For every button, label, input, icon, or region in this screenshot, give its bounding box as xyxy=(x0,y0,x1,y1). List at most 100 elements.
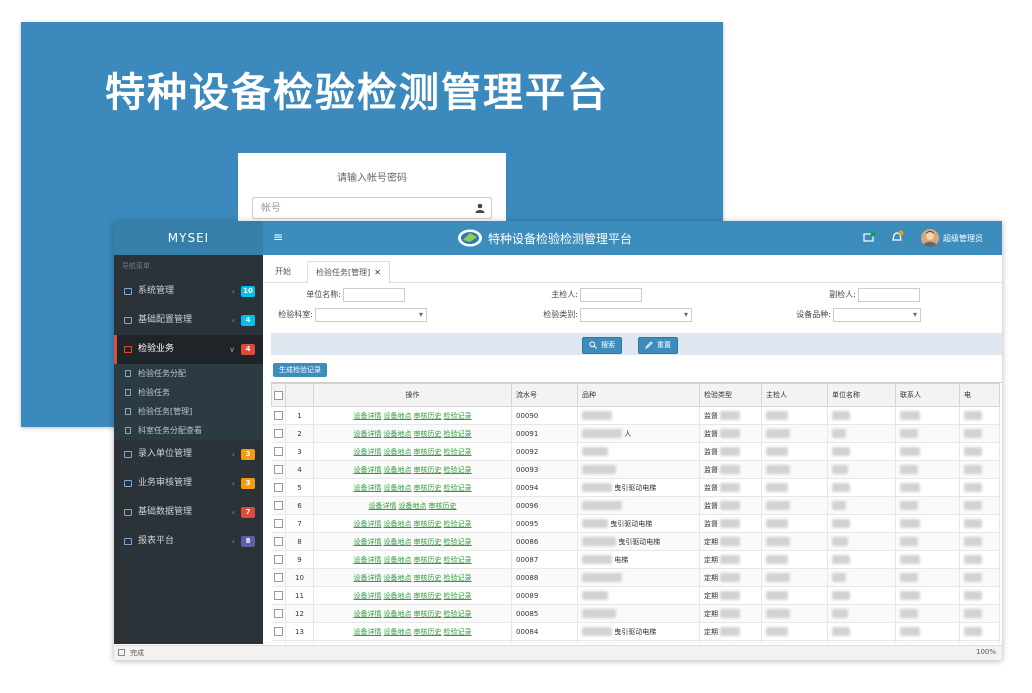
op-link[interactable]: 检验记录 xyxy=(444,412,472,420)
dept-select[interactable] xyxy=(315,308,427,322)
op-link[interactable]: 审核历史 xyxy=(429,502,457,510)
op-link[interactable]: 设备地点 xyxy=(384,484,412,492)
op-link[interactable]: 设备地点 xyxy=(399,502,427,510)
sidebar-item-6[interactable]: 报表平台 ‹ 8 xyxy=(114,527,263,556)
op-link[interactable]: 审核历史 xyxy=(414,538,442,546)
table-row[interactable]: 14设备详情设备地点审核历史检验记录00083 曳引驱动电梯定期 xyxy=(271,640,1000,644)
table-row[interactable]: 9 设备详情 设备地点 审核历史 检验记录 00087 电梯 定期 xyxy=(271,550,1000,569)
sidebar-item-3[interactable]: 录入单位管理 ‹ 3 xyxy=(114,440,263,469)
op-link[interactable]: 审核历史 xyxy=(414,448,442,456)
table-row[interactable]: 6 设备详情 设备地点 审核历史 00096 监督 xyxy=(271,496,1000,515)
table-row[interactable]: 13 设备详情 设备地点 审核历史 检验记录 00084 曳引驱动电梯 定期 xyxy=(271,622,1000,641)
op-link[interactable]: 检验记录 xyxy=(444,556,472,564)
op-link[interactable]: 检验记录 xyxy=(444,592,472,600)
unit-name-input[interactable] xyxy=(343,288,405,302)
row-checkbox[interactable] xyxy=(271,478,286,497)
row-checkbox[interactable] xyxy=(271,532,286,551)
table-row[interactable]: 2 设备详情 设备地点 审核历史 检验记录 00091 人监督 xyxy=(271,424,1000,443)
op-link[interactable]: 审核历史 xyxy=(414,628,442,636)
op-link[interactable]: 设备详情 xyxy=(354,448,382,456)
zoom-level[interactable]: 100% xyxy=(976,648,996,656)
deputy-inspector-input[interactable] xyxy=(858,288,920,302)
col-variety[interactable]: 品种 xyxy=(577,383,700,407)
op-link[interactable]: 审核历史 xyxy=(414,592,442,600)
table-row[interactable]: 5 设备详情 设备地点 审核历史 检验记录 00094 曳引驱动电梯 监督 xyxy=(271,478,1000,497)
row-checkbox[interactable] xyxy=(271,640,286,644)
op-link[interactable]: 设备详情 xyxy=(354,412,382,420)
op-link[interactable]: 检验记录 xyxy=(444,448,472,456)
table-row[interactable]: 10 设备详情 设备地点 审核历史 检验记录 00088 定期 xyxy=(271,568,1000,587)
inspect-type-select[interactable] xyxy=(580,308,692,322)
table-row[interactable]: 4 设备详情 设备地点 审核历史 检验记录 00093 监督 xyxy=(271,460,1000,479)
tab-task-manage[interactable]: 检验任务[管理] ✕ xyxy=(307,261,390,284)
submenu-item[interactable]: 检验任务[管理] xyxy=(114,402,263,421)
col-contact[interactable]: 联系人 xyxy=(895,383,960,407)
op-link[interactable]: 审核历史 xyxy=(414,520,442,528)
row-checkbox[interactable] xyxy=(271,460,286,479)
op-link[interactable]: 设备详情 xyxy=(354,592,382,600)
op-link[interactable]: 设备地点 xyxy=(384,574,412,582)
op-link[interactable]: 设备地点 xyxy=(384,628,412,636)
table-row[interactable]: 3 设备详情 设备地点 审核历史 检验记录 00092 监督 xyxy=(271,442,1000,461)
sidebar-item-0[interactable]: 系统管理 ‹ 10 xyxy=(114,277,263,306)
row-checkbox[interactable] xyxy=(271,622,286,641)
op-link[interactable]: 设备详情 xyxy=(354,466,382,474)
generate-record-button[interactable]: 生成检验记录 xyxy=(273,363,327,377)
table-row[interactable]: 11 设备详情 设备地点 审核历史 检验记录 00089 定期 xyxy=(271,586,1000,605)
op-link[interactable]: 设备详情 xyxy=(354,520,382,528)
op-link[interactable]: 设备详情 xyxy=(354,574,382,582)
op-link[interactable]: 设备地点 xyxy=(384,412,412,420)
col-phone[interactable]: 电 xyxy=(959,383,1000,407)
row-checkbox[interactable] xyxy=(271,604,286,623)
col-serial[interactable]: 流水号 xyxy=(511,383,578,407)
op-link[interactable]: 检验记录 xyxy=(444,466,472,474)
reset-button[interactable]: 重置 xyxy=(638,337,678,354)
submenu-item[interactable]: 检验任务 xyxy=(114,383,263,402)
notification-bell-icon[interactable] xyxy=(891,230,904,243)
table-row[interactable]: 1 设备详情 设备地点 审核历史 检验记录 00090 监督 xyxy=(271,406,1000,425)
row-checkbox[interactable] xyxy=(271,550,286,569)
op-link[interactable]: 设备地点 xyxy=(384,592,412,600)
op-link[interactable]: 审核历史 xyxy=(414,430,442,438)
sidebar-item-4[interactable]: 业务审核管理 ‹ 3 xyxy=(114,469,263,498)
op-link[interactable]: 设备详情 xyxy=(369,502,397,510)
sidebar-item-5[interactable]: 基础数据管理 ‹ 7 xyxy=(114,498,263,527)
row-checkbox[interactable] xyxy=(271,496,286,515)
message-icon[interactable] xyxy=(863,231,876,243)
search-button[interactable]: 搜索 xyxy=(582,337,622,354)
col-inspect-type[interactable]: 检验类型 xyxy=(699,383,762,407)
op-link[interactable]: 设备详情 xyxy=(354,556,382,564)
op-link[interactable]: 审核历史 xyxy=(414,412,442,420)
op-link[interactable]: 检验记录 xyxy=(444,628,472,636)
op-link[interactable]: 审核历史 xyxy=(414,610,442,618)
close-icon[interactable]: ✕ xyxy=(374,268,381,277)
row-checkbox[interactable] xyxy=(271,586,286,605)
sidebar-item-1[interactable]: 基础配置管理 ‹ 4 xyxy=(114,306,263,335)
table-row[interactable]: 7 设备详情 设备地点 审核历史 检验记录 00095 曳引驱动电梯 监督 xyxy=(271,514,1000,533)
op-link[interactable]: 审核历史 xyxy=(414,556,442,564)
username[interactable]: 超级管理员 xyxy=(943,233,983,244)
op-link[interactable]: 设备详情 xyxy=(354,484,382,492)
col-main-inspector[interactable]: 主检人 xyxy=(761,383,828,407)
table-row[interactable]: 12 设备详情 设备地点 审核历史 检验记录 00085 定期 xyxy=(271,604,1000,623)
col-operation[interactable]: 操作 xyxy=(313,383,512,407)
op-link[interactable]: 检验记录 xyxy=(444,520,472,528)
select-all-checkbox[interactable] xyxy=(271,383,286,407)
op-link[interactable]: 检验记录 xyxy=(444,484,472,492)
brand-logo[interactable]: MYSEI xyxy=(114,221,263,255)
op-link[interactable]: 设备地点 xyxy=(384,610,412,618)
op-link[interactable]: 设备详情 xyxy=(354,430,382,438)
op-link[interactable]: 设备详情 xyxy=(354,538,382,546)
account-input[interactable]: 帐号 xyxy=(252,197,492,219)
col-unit-name[interactable]: 单位名称 xyxy=(827,383,896,407)
sidebar-item-2[interactable]: 检验业务 ∨ 4 xyxy=(114,335,263,364)
tab-start[interactable]: 开始 xyxy=(267,261,299,282)
op-link[interactable]: 设备地点 xyxy=(384,520,412,528)
op-link[interactable]: 设备地点 xyxy=(384,466,412,474)
submenu-item[interactable]: 检验任务分配 xyxy=(114,364,263,383)
op-link[interactable]: 检验记录 xyxy=(444,430,472,438)
op-link[interactable]: 设备详情 xyxy=(354,610,382,618)
row-checkbox[interactable] xyxy=(271,406,286,425)
op-link[interactable]: 设备地点 xyxy=(384,538,412,546)
table-row[interactable]: 8 设备详情 设备地点 审核历史 检验记录 00086 曳引驱动电梯 定期 xyxy=(271,532,1000,551)
